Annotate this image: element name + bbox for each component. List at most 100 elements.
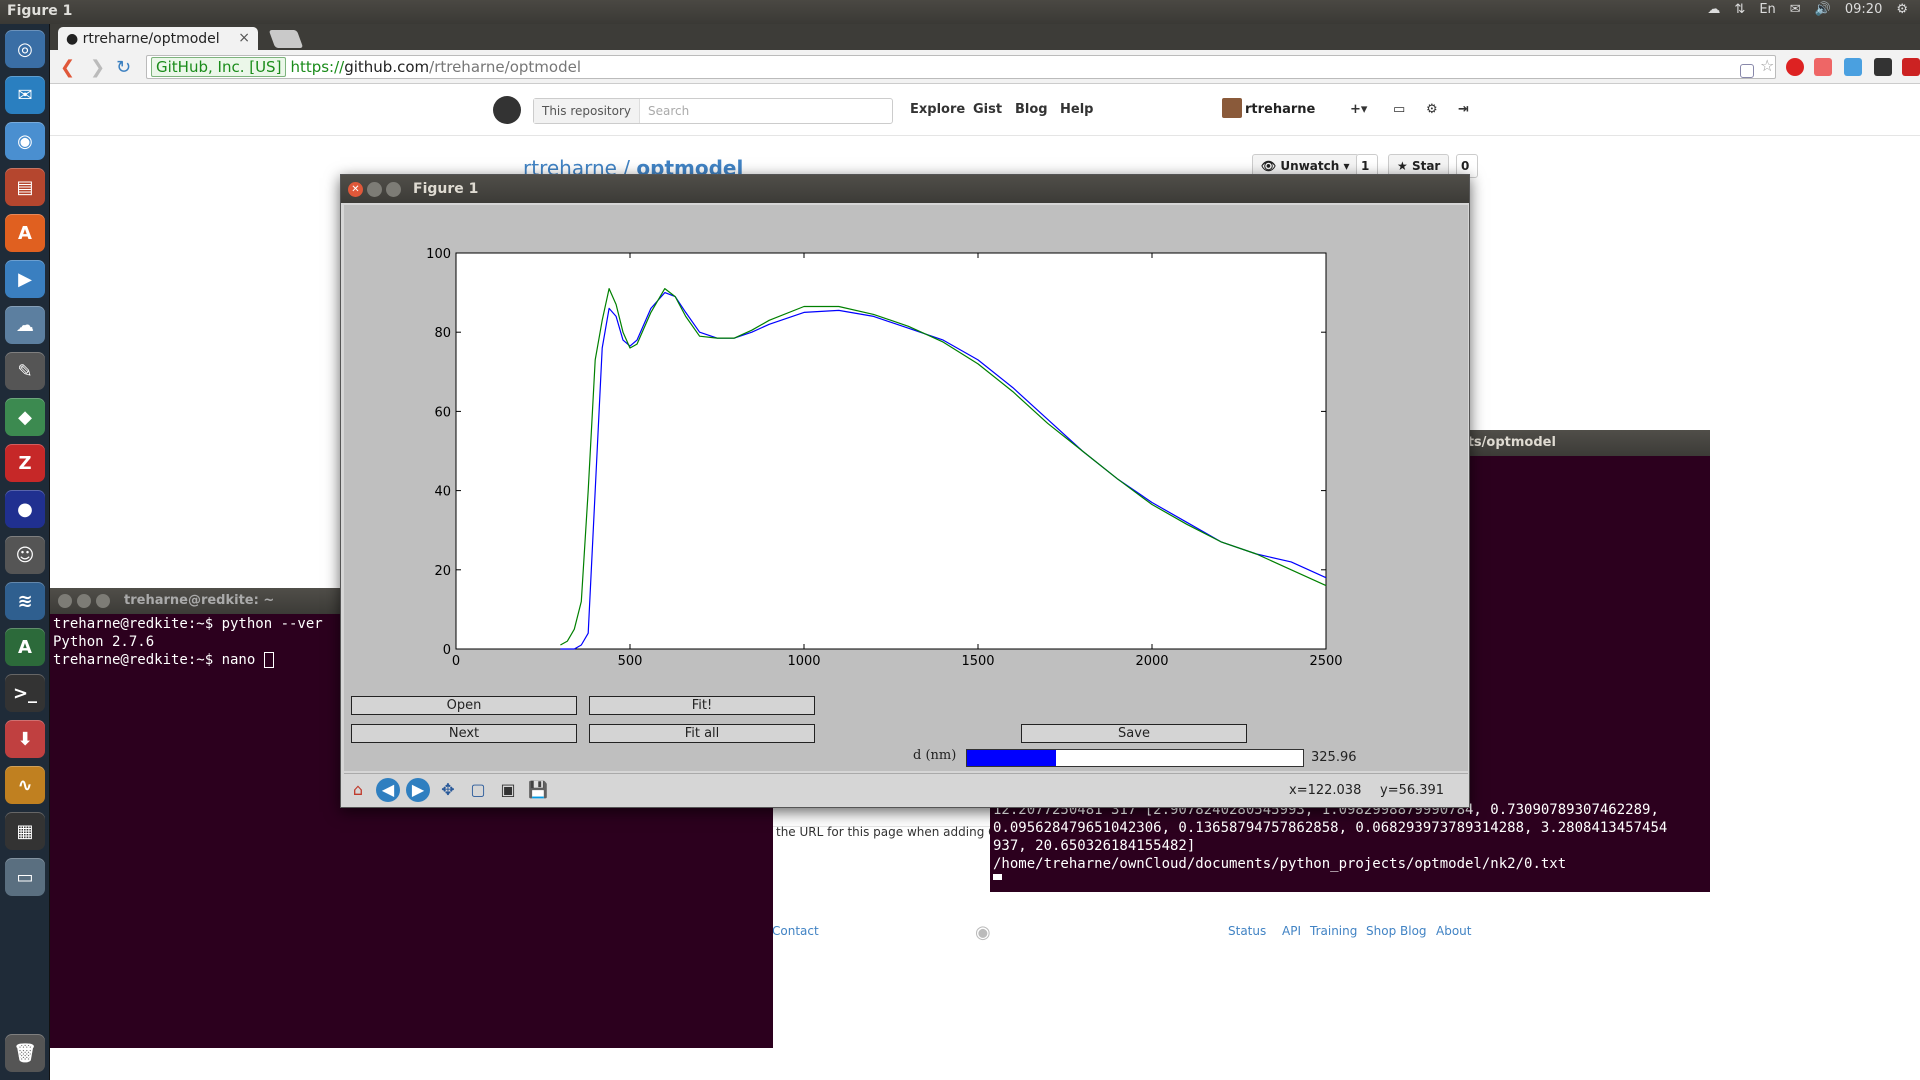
close-icon[interactable]	[58, 594, 72, 608]
pan-icon[interactable]: ✥	[436, 778, 460, 802]
figure-titlebar: ✕ Figure 1	[341, 175, 1469, 203]
footer-shop[interactable]: Shop	[1366, 924, 1396, 938]
ev-certificate-badge[interactable]: GitHub, Inc. [US]	[151, 57, 287, 77]
software-center-icon[interactable]: A	[5, 214, 45, 252]
clock[interactable]: 09:20	[1845, 2, 1882, 17]
github-footer-logo-icon[interactable]: ◉	[975, 922, 991, 943]
forward-icon[interactable]: ❯	[90, 57, 105, 78]
address-bar[interactable]: GitHub, Inc. [US] https://github.com/rtre…	[146, 55, 1776, 79]
sign-out-icon[interactable]: ⇥	[1458, 102, 1469, 117]
close-icon[interactable]: ✕	[348, 182, 363, 197]
terminal-title: cts/optmodel	[1460, 435, 1556, 450]
nav-help[interactable]: Help	[1060, 102, 1093, 117]
search-placeholder: Search	[648, 104, 690, 118]
footer-status[interactable]: Status	[1228, 924, 1266, 938]
keyboard-layout-indicator[interactable]: En	[1759, 2, 1775, 17]
star-bookmark-icon[interactable]: ☆	[1760, 56, 1778, 75]
maximize-icon[interactable]	[96, 594, 110, 608]
thunderbird-icon[interactable]: ✉	[5, 76, 45, 114]
subplots-icon[interactable]: ▣	[496, 778, 520, 802]
chromium-icon[interactable]: ◉	[5, 122, 45, 160]
footer-blog[interactable]: Blog	[1400, 924, 1427, 938]
x-tick-label: 2000	[1135, 654, 1168, 669]
adblock-icon[interactable]	[1786, 58, 1804, 76]
app-icon[interactable]: ◆	[5, 398, 45, 436]
files-icon[interactable]: ▤	[5, 168, 45, 206]
owncloud-icon[interactable]: ☁	[5, 306, 45, 344]
cursor-y-readout: y=56.391	[1380, 783, 1445, 798]
maximize-icon[interactable]	[386, 182, 401, 197]
plus-icon[interactable]: +▾	[1350, 102, 1367, 117]
new-tab-button[interactable]	[268, 30, 304, 48]
unwatch-label: Unwatch ▾	[1280, 159, 1350, 173]
zoom-icon[interactable]: ▢	[466, 778, 490, 802]
filezilla-icon[interactable]: Z	[5, 444, 45, 482]
close-icon[interactable]: ×	[238, 30, 250, 46]
fit-button[interactable]: Fit!	[589, 696, 815, 715]
home-icon[interactable]: ⌂	[346, 778, 370, 802]
footer-training[interactable]: Training	[1310, 924, 1357, 938]
app-icon[interactable]: A	[5, 628, 45, 666]
y-tick-label: 20	[434, 564, 451, 579]
next-button[interactable]: Next	[351, 724, 577, 743]
search-input[interactable]: This repository Search	[533, 98, 893, 124]
nav-gist[interactable]: Gist	[973, 102, 1002, 117]
network-icon[interactable]: ⇅	[1734, 2, 1745, 17]
system-monitor-icon[interactable]: ≋	[5, 582, 45, 620]
open-button[interactable]: Open	[351, 696, 577, 715]
minimize-icon[interactable]	[367, 182, 382, 197]
nav-explore[interactable]: Explore	[910, 102, 965, 117]
twitter-icon[interactable]	[1844, 58, 1862, 76]
app-icon[interactable]: ●	[5, 490, 45, 528]
pidgin-icon[interactable]: ☺	[5, 536, 45, 574]
browser-tab[interactable]: ● rtreharne/optmodel ×	[58, 27, 258, 50]
terminal-line: 0.095628479651042306, 0.1365879475786285…	[993, 820, 1668, 836]
save-icon[interactable]: 💾	[526, 778, 550, 802]
line-chart[interactable]: 0 500 1000 1500 2000 2500 0 20 40 60 80 100	[344, 205, 1468, 771]
volume-icon[interactable]: 🔊	[1815, 2, 1831, 17]
trash-icon[interactable]: 🗑	[5, 1034, 45, 1072]
mail-icon[interactable]: ✉	[1790, 2, 1801, 17]
github-logo-icon[interactable]	[493, 96, 521, 124]
terminal-line: treharne@redkite:~$ python --ver	[53, 616, 323, 632]
footer-api[interactable]: API	[1282, 924, 1301, 938]
media-player-icon[interactable]: ▶	[5, 260, 45, 298]
unity-launcher: ◎ ✉ ◉ ▤ A ▶ ☁ ✎ ◆ Z ● ☺ ≋ A >_ ⬇ ∿ ▦ ▭ 🗑	[0, 24, 50, 1080]
figure-title: Figure 1	[413, 181, 479, 197]
terminal-line: 937, 20.650326184155482]	[993, 838, 1196, 854]
browser-toolbar: ❮ ❯ ↻ GitHub, Inc. [US] https://github.co…	[50, 50, 1920, 84]
back-icon[interactable]: ❮	[60, 57, 75, 78]
footer-contact[interactable]: Contact	[772, 924, 819, 938]
terminal-icon[interactable]: >_	[5, 674, 45, 712]
gear-icon[interactable]: ⚙	[1896, 2, 1908, 17]
reload-icon[interactable]: ↻	[116, 57, 131, 78]
search-scope: This repository	[534, 99, 641, 123]
username-link[interactable]: rtreharne	[1245, 102, 1315, 117]
minimize-icon[interactable]	[77, 594, 91, 608]
python-figure-icon[interactable]: ∿	[5, 766, 45, 804]
avatar[interactable]	[1222, 98, 1242, 118]
back-icon[interactable]: ◀	[376, 778, 400, 802]
figure-canvas[interactable]: 0 500 1000 1500 2000 2500 0 20 40 60 80 100 Open Fi…	[344, 205, 1468, 771]
extension-icon[interactable]	[1902, 58, 1920, 76]
thickness-slider[interactable]	[966, 749, 1304, 767]
gimp-icon[interactable]: ✎	[5, 352, 45, 390]
fit-all-button[interactable]: Fit all	[589, 724, 815, 743]
extension-mask-icon[interactable]	[1874, 58, 1892, 76]
inbox-icon[interactable]: ▭	[1393, 102, 1405, 117]
save-button[interactable]: Save	[1021, 724, 1247, 743]
footer-about[interactable]: About	[1436, 924, 1471, 938]
extension-new-icon[interactable]	[1814, 58, 1832, 76]
installer-icon[interactable]: ⬇	[5, 720, 45, 758]
forward-icon[interactable]: ▶	[406, 778, 430, 802]
dropbox-icon[interactable]: ☁	[1707, 2, 1720, 17]
terminal-prompt: treharne@redkite:~$ nano	[53, 652, 264, 668]
drive-icon[interactable]: ▭	[5, 858, 45, 896]
gear-icon[interactable]: ⚙	[1426, 102, 1438, 117]
terminal-line: treharne@redkite:~$ nano	[53, 652, 274, 668]
page-icon[interactable]	[1740, 64, 1754, 78]
workspaces-icon[interactable]: ▦	[5, 812, 45, 850]
url-path: /rtreharne/optmodel	[429, 58, 581, 76]
dash-home-icon[interactable]: ◎	[5, 30, 45, 68]
nav-blog[interactable]: Blog	[1015, 102, 1048, 117]
